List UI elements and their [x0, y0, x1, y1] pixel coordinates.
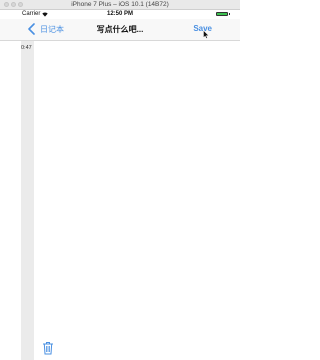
simulator-window: iPhone 7 Plus – iOS 10.1 (14B72) Carrier…	[0, 0, 240, 360]
navigation-bar: 日记本 写点什么吧... Save	[0, 19, 240, 41]
battery-fill	[217, 13, 227, 15]
trash-icon[interactable]	[42, 341, 54, 355]
mouse-cursor-icon	[203, 30, 209, 39]
status-bar: Carrier 12:50 PM	[0, 10, 240, 19]
diary-text-editor[interactable]	[34, 41, 240, 333]
battery-icon	[216, 12, 230, 16]
left-gutter	[21, 41, 34, 360]
status-time: 12:50 PM	[106, 11, 133, 17]
entry-timestamp: 0:47	[21, 45, 32, 51]
bottom-toolbar	[34, 333, 240, 360]
window-title: iPhone 7 Plus – iOS 10.1 (14B72)	[71, 1, 169, 8]
window-titlebar: iPhone 7 Plus – iOS 10.1 (14B72)	[0, 0, 240, 10]
